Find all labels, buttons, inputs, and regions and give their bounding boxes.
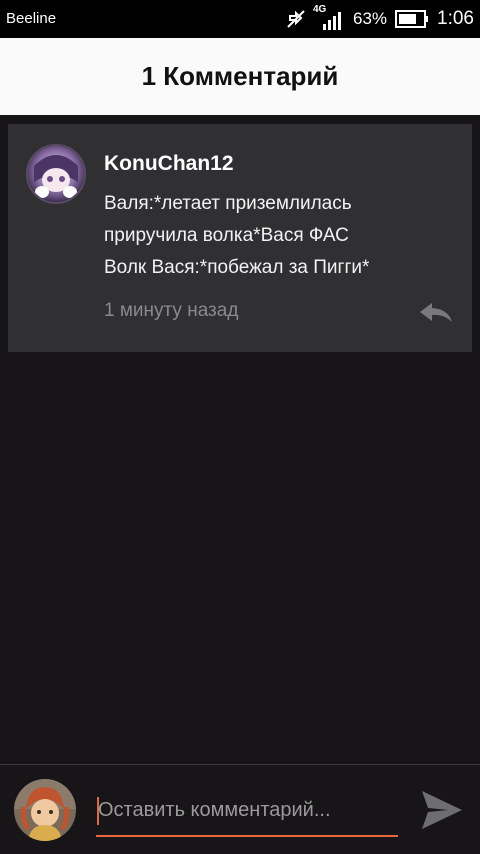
page-title: 1 Комментарий [141,61,339,91]
comment-composer [0,764,480,854]
signal-icon: 4G [313,4,345,32]
reply-icon[interactable] [418,300,454,326]
comments-header: 1 Комментарий [0,38,480,115]
app-screen: Beeline 4G 63% 1:06 1 Комментарий KonuCh… [0,0,480,854]
status-bar: Beeline 4G 63% 1:06 [0,0,480,38]
comment-line: Валя:*летает приземлилась [104,193,352,214]
comment-line: приручила волка*Вася ФАС [104,225,349,246]
user-avatar[interactable] [26,144,86,204]
send-icon[interactable] [418,787,466,833]
battery-percent: 63% [352,9,388,28]
status-icons: 4G 63% 1:06 [285,4,474,32]
battery-icon [395,10,429,28]
comment-timestamp: 1 минуту назад [104,300,239,321]
comment-text: Валя:*летает приземлилась приручила волк… [104,188,454,284]
clock: 1:06 [437,8,474,29]
comment-card: KonuChan12 Валя:*летает приземлилась при… [8,124,472,352]
comment-username[interactable]: KonuChan12 [104,152,234,176]
text-caret [97,797,99,825]
my-avatar[interactable] [14,779,76,841]
comment-line: Волк Вася:*побежал за Пигги* [104,257,370,278]
mute-icon [285,8,307,30]
carrier-name: Beeline [6,10,57,27]
comment-input[interactable] [96,791,398,837]
